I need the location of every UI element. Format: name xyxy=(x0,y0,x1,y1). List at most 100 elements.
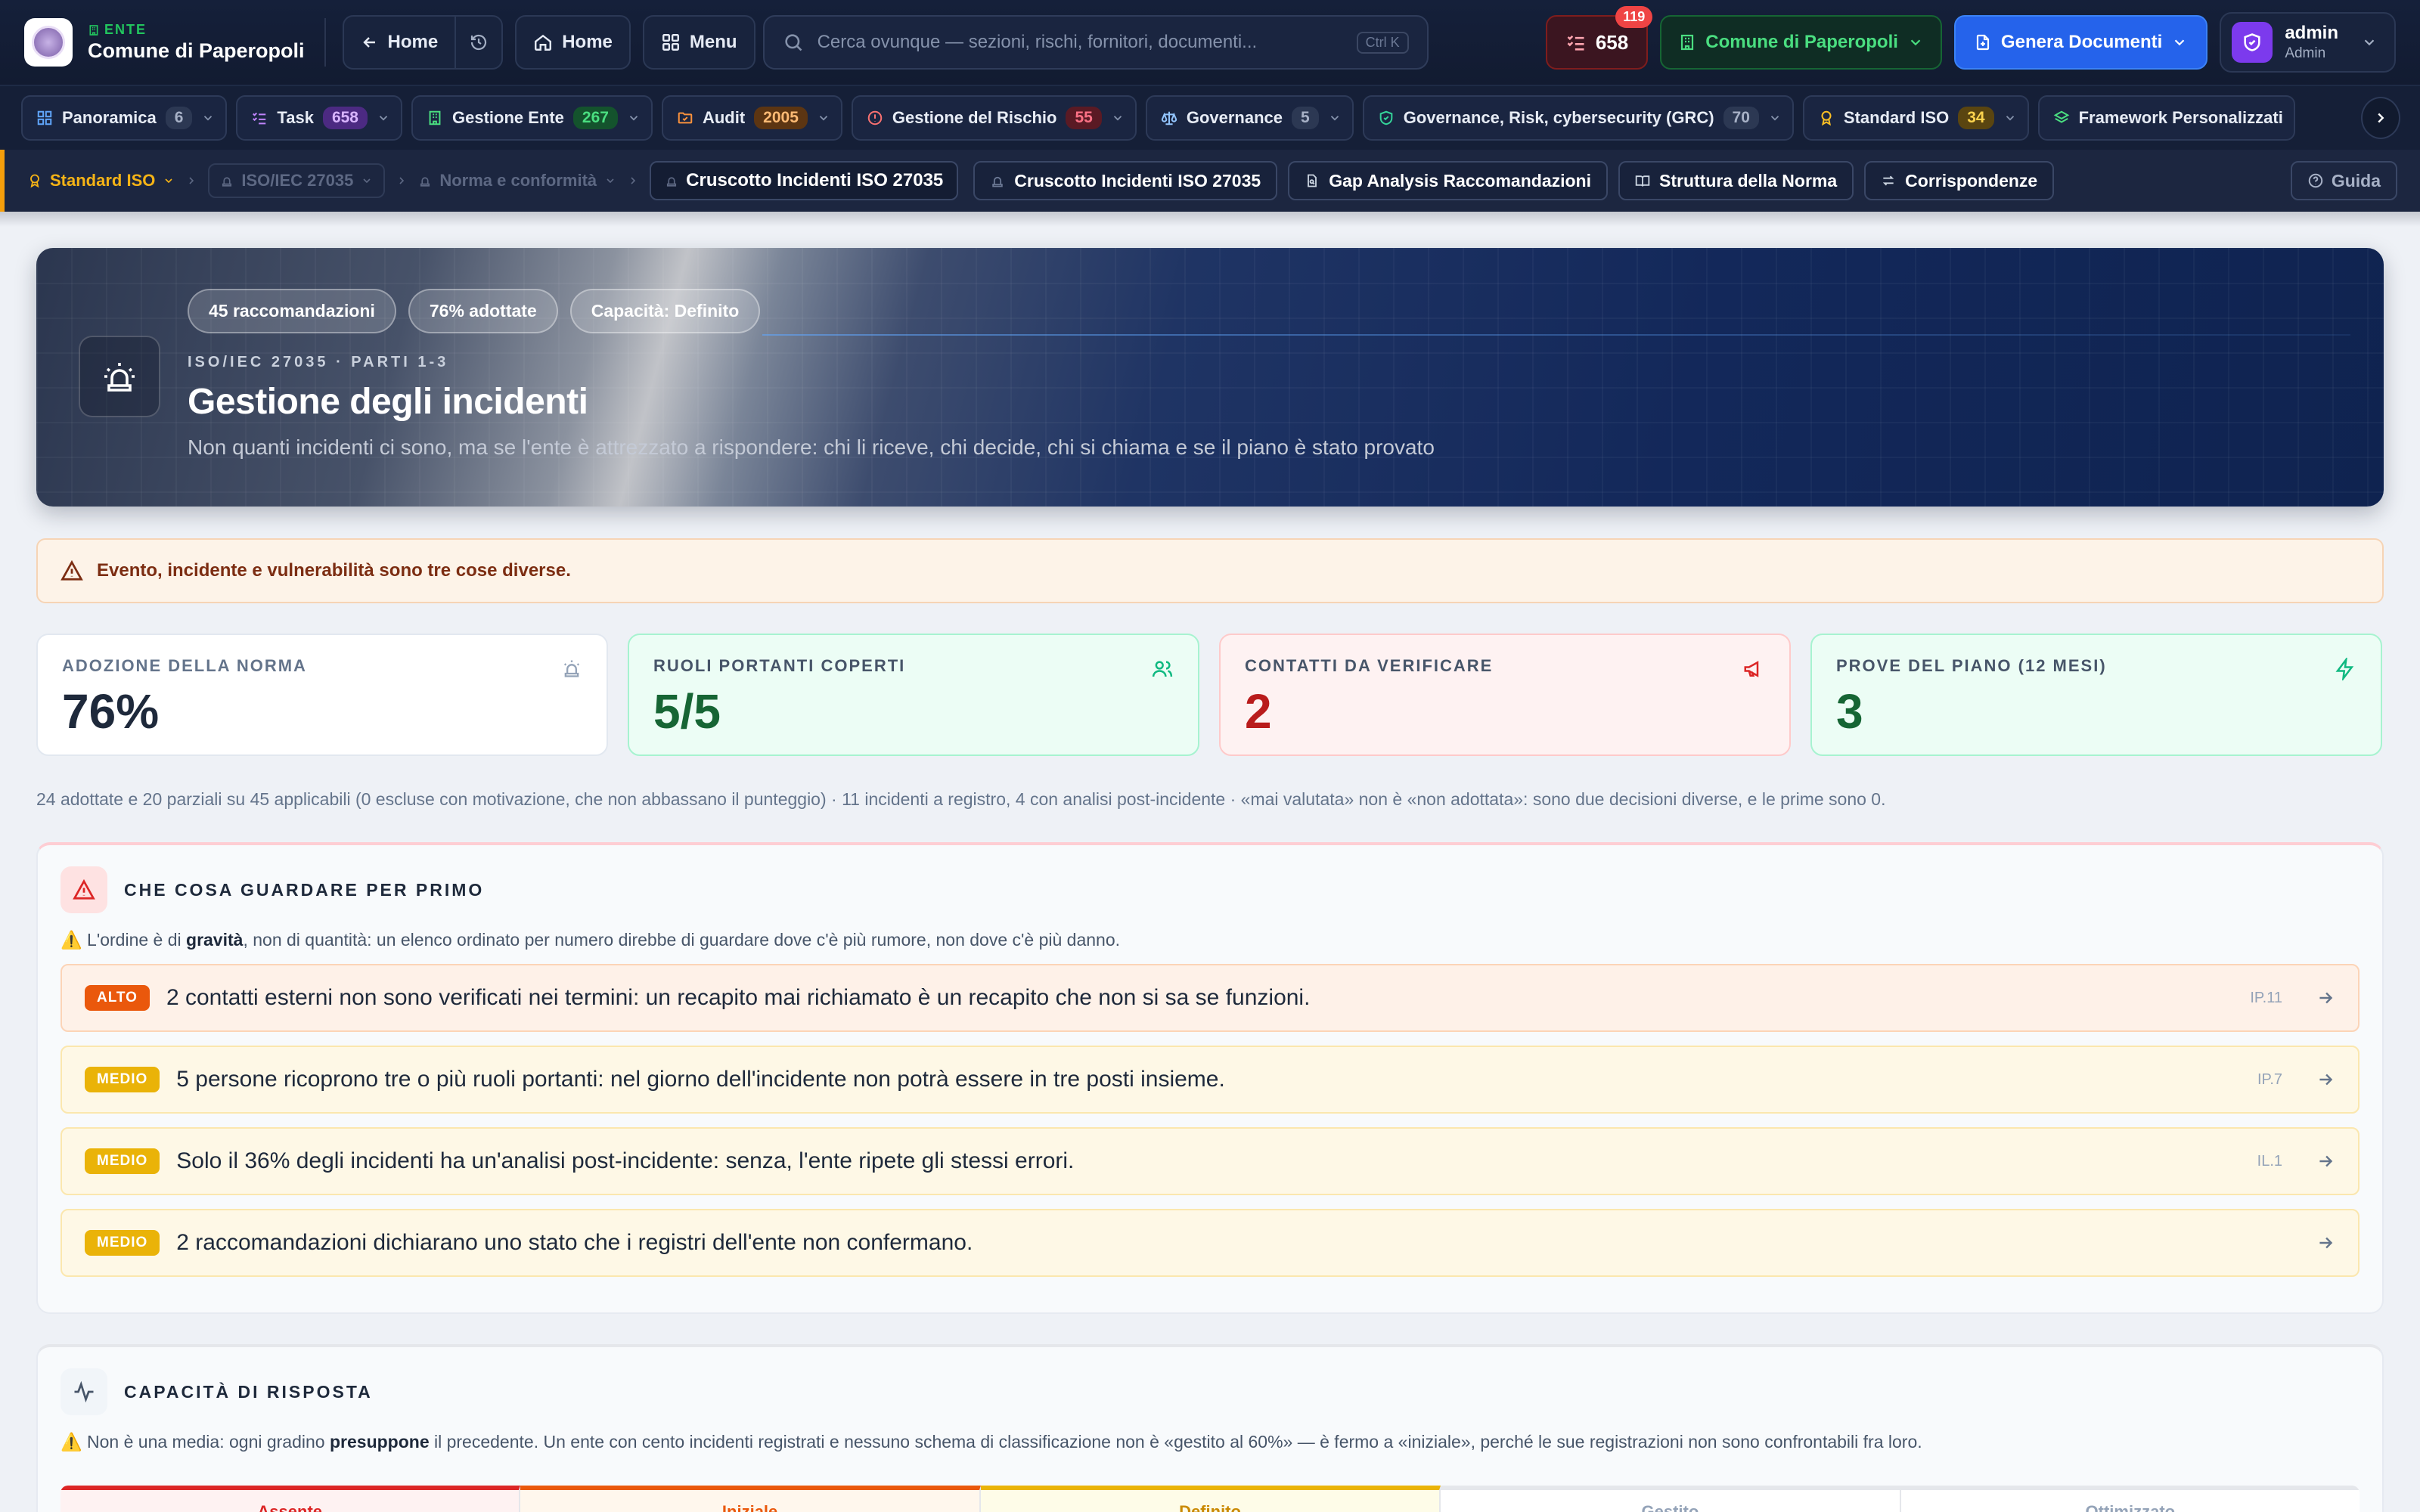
chevron-down-icon xyxy=(1907,34,1924,51)
chevron-down-icon xyxy=(1111,111,1125,125)
warning-text: Evento, incidente e vulnerabilità sono t… xyxy=(97,560,571,581)
building-icon xyxy=(427,110,443,126)
hero-pill-recommendations: 45 raccomandazioni xyxy=(188,289,396,333)
file-plus-icon xyxy=(1974,33,1992,51)
chevron-down-icon xyxy=(361,175,373,187)
breadcrumb-root[interactable]: Standard ISO xyxy=(27,171,175,191)
severity-badge: ALTO xyxy=(85,985,150,1011)
warning-triangle-icon xyxy=(60,559,83,582)
arrows-exchange-icon xyxy=(1881,173,1896,188)
warning-banner: Evento, incidente e vulnerabilità sono t… xyxy=(36,538,2384,603)
chevron-down-icon xyxy=(2003,111,2017,125)
chevron-down-icon xyxy=(1328,111,1342,125)
priority-item[interactable]: MEDIO 2 raccomandazioni dichiarano uno s… xyxy=(60,1209,2360,1277)
priority-item[interactable]: MEDIO Solo il 36% degli incidenti ha un'… xyxy=(60,1127,2360,1195)
tasks-notification-badge: 119 xyxy=(1615,6,1653,28)
priority-text: 2 contatti esterni non sono verificati n… xyxy=(166,985,1311,1010)
chevron-down-icon xyxy=(2361,34,2378,51)
siren-icon xyxy=(79,336,160,417)
chevron-right-icon xyxy=(2372,110,2389,126)
stat-card-roles: RUOLI PORTANTI COPERTI 5/5 xyxy=(628,634,1199,756)
entity-name: Comune di Paperopoli xyxy=(88,39,305,62)
tab-struttura[interactable]: Struttura della Norma xyxy=(1618,161,1854,200)
nav-governance[interactable]: Governance 5 xyxy=(1145,95,1354,141)
nav-task[interactable]: Task 658 xyxy=(236,95,402,141)
divider xyxy=(324,18,326,67)
nav-count: 6 xyxy=(165,107,193,129)
warning-triangle-icon xyxy=(60,866,107,913)
user-name: admin xyxy=(2285,23,2338,43)
breadcrumb-level1[interactable]: ISO/IEC 27035 xyxy=(208,163,386,198)
chevron-right-icon xyxy=(396,175,408,187)
hero-kicker: ISO/IEC 27035 · PARTI 1-3 xyxy=(188,354,449,370)
home-button[interactable]: Home xyxy=(515,15,631,70)
tab-corrispondenze[interactable]: Corrispondenze xyxy=(1864,161,2055,200)
siren-icon xyxy=(665,174,678,187)
shield-icon xyxy=(2242,32,2263,53)
summary-text: 24 adottate e 20 parziali su 45 applicab… xyxy=(36,789,1886,809)
folder-check-icon xyxy=(677,110,693,126)
nav-count: 5 xyxy=(1292,107,1319,129)
nav-gestione-ente[interactable]: Gestione Ente 267 xyxy=(411,95,653,141)
priority-item[interactable]: ALTO 2 contatti esterni non sono verific… xyxy=(60,964,2360,1032)
priority-ref: IL.1 xyxy=(2257,1152,2282,1170)
siren-icon xyxy=(561,658,582,679)
nav-panoramica[interactable]: Panoramica 6 xyxy=(21,95,228,141)
capacity-levels: Assente Iniziale Definito Gestito Ottimi… xyxy=(60,1486,2360,1512)
arrow-right-icon xyxy=(2316,988,2335,1008)
nav-audit[interactable]: Audit 2005 xyxy=(661,95,842,141)
alert-circle-icon xyxy=(867,110,883,126)
user-menu[interactable]: admin Admin xyxy=(2220,12,2396,73)
level-gestito: Gestito xyxy=(1441,1486,1901,1512)
scale-icon xyxy=(1161,110,1177,126)
menu-button[interactable]: Menu xyxy=(642,15,755,70)
award-icon xyxy=(27,173,42,188)
level-iniziale: Iniziale xyxy=(520,1486,981,1512)
chevron-down-icon xyxy=(163,175,175,187)
nav-framework[interactable]: Framework Personalizzati xyxy=(2037,95,2295,141)
search-input[interactable]: Cerca ovunque — sezioni, rischi, fornito… xyxy=(818,32,1343,53)
panel-title: CHE COSA GUARDARE PER PRIMO xyxy=(124,879,485,900)
nav-grc[interactable]: Governance, Risk, cybersecurity (GRC) 70 xyxy=(1362,95,1794,141)
book-open-icon xyxy=(1635,173,1650,188)
stat-value: 2 xyxy=(1245,684,1272,739)
generate-documents-button[interactable]: Genera Documenti xyxy=(1953,15,2208,70)
stat-value: 76% xyxy=(62,684,160,739)
stat-label: CONTATTI DA VERIFICARE xyxy=(1245,656,1494,675)
tab-cruscotto[interactable]: Cruscotto Incidenti ISO 27035 xyxy=(973,161,1278,200)
nav-gestione-rischio[interactable]: Gestione del Rischio 55 xyxy=(851,95,1137,141)
global-search[interactable]: Cerca ovunque — sezioni, rischi, fornito… xyxy=(762,15,1429,70)
chevron-down-icon xyxy=(2171,34,2188,51)
help-circle-icon xyxy=(2307,172,2324,189)
checklist-icon xyxy=(1565,32,1587,53)
entity-kicker: ENTE xyxy=(104,22,147,37)
stat-card-drills: PROVE DEL PIANO (12 MESI) 3 xyxy=(1810,634,2382,756)
nav-scroll-right-button[interactable] xyxy=(2361,97,2400,139)
tasks-count: 658 xyxy=(1595,30,1629,54)
arrow-left-icon xyxy=(361,33,379,51)
megaphone-icon xyxy=(1742,658,1765,680)
entity-selector[interactable]: Comune di Paperopoli xyxy=(1660,15,1942,70)
avatar xyxy=(2232,22,2273,63)
back-home-group: Home xyxy=(342,15,504,70)
history-button[interactable] xyxy=(455,17,501,68)
capacity-panel: CAPACITÀ DI RISPOSTA ⚠️ Non è una media:… xyxy=(36,1344,2384,1512)
dashboard-icon xyxy=(36,110,53,126)
nav-standard-iso[interactable]: Standard ISO 34 xyxy=(1802,95,2029,141)
guide-button[interactable]: Guida xyxy=(2290,161,2397,200)
panel-note: ⚠️ L'ordine è di gravità, non di quantit… xyxy=(60,930,1121,950)
level-ottimizzato: Ottimizzato xyxy=(1900,1486,2360,1512)
tab-gap-analysis[interactable]: Gap Analysis Raccomandazioni xyxy=(1288,161,1608,200)
layers-icon xyxy=(2053,110,2070,126)
users-icon xyxy=(1151,658,1174,680)
back-home-button[interactable]: Home xyxy=(344,17,455,68)
entity-logo[interactable] xyxy=(24,18,73,67)
breadcrumb-level2[interactable]: Norma e conformità xyxy=(418,171,616,191)
panel-note: ⚠️ Non è una media: ogni gradino presupp… xyxy=(60,1432,1922,1452)
priority-text: Solo il 36% degli incidenti ha un'analis… xyxy=(176,1148,1075,1173)
tasks-button[interactable]: 658 119 xyxy=(1545,6,1653,70)
priority-item[interactable]: MEDIO 5 persone ricoprono tre o più ruol… xyxy=(60,1046,2360,1114)
hero-pills: 45 raccomandazioni 76% adottate Capacità… xyxy=(188,289,761,333)
siren-icon xyxy=(220,174,234,187)
priority-text: 2 raccomandazioni dichiarano uno stato c… xyxy=(176,1230,973,1255)
